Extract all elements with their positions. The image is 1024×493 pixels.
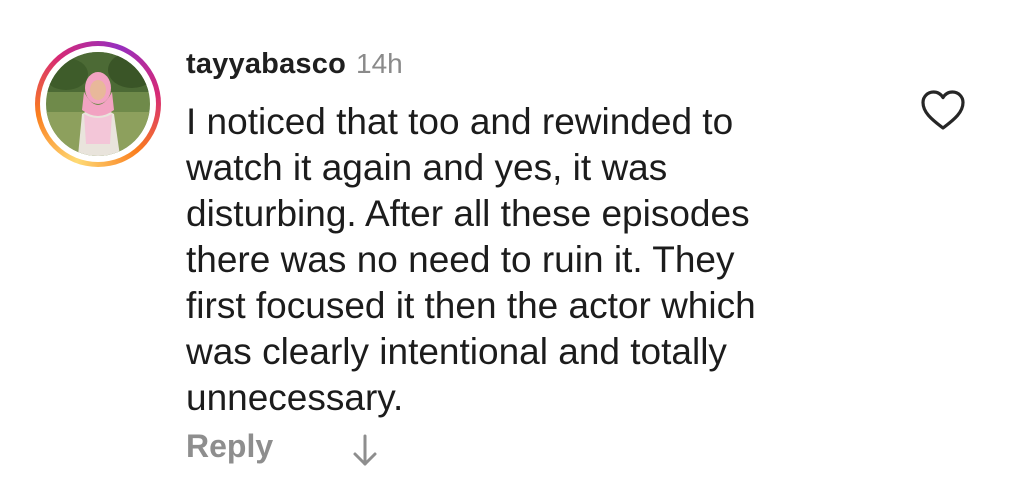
comment-text-line: I noticed that too and rewinded to — [186, 101, 734, 142]
comment-text-line: unnecessary. — [186, 377, 404, 418]
reply-button[interactable]: Reply — [186, 428, 273, 465]
comment-text-line: was clearly intentional and totally — [186, 331, 727, 372]
comment-text-line: watch it again and yes, it was — [186, 147, 668, 188]
comment-text-line: first focused it then the actor which — [186, 285, 756, 326]
comment-text: I noticed that too and rewinded to watch… — [186, 99, 906, 421]
username[interactable]: tayyabasco — [186, 48, 346, 80]
avatar[interactable] — [46, 52, 150, 156]
avatar-story-ring[interactable] — [35, 41, 161, 167]
timestamp: 14h — [356, 48, 403, 79]
avatar-ring-gap — [40, 46, 156, 162]
comment-text-line: there was no need to ruin it. They — [186, 239, 735, 280]
arrow-down-icon[interactable] — [350, 432, 380, 468]
avatar-image — [46, 52, 150, 156]
comment: tayyabasco 14h I noticed that too and rew… — [0, 0, 1024, 493]
comment-header: tayyabasco 14h — [186, 48, 403, 81]
heart-icon[interactable] — [919, 88, 967, 132]
comment-text-line: disturbing. After all these episodes — [186, 193, 750, 234]
